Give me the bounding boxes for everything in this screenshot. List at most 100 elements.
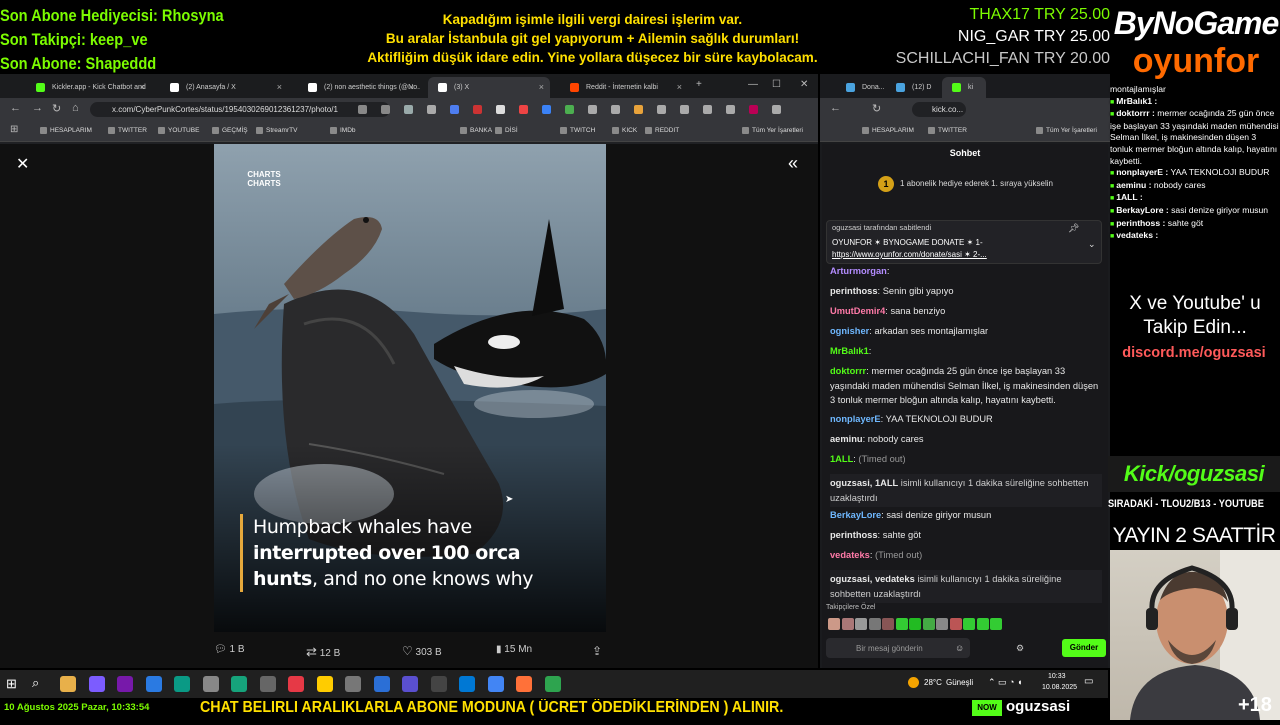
pinned-link[interactable]: https://www.oyunfor.com/donate/sasi ✶ 2-… bbox=[832, 250, 987, 259]
chat-address-bar[interactable]: kick.co... bbox=[912, 102, 966, 117]
taskbar-app-icon[interactable] bbox=[373, 676, 390, 692]
tab-close-icon[interactable]: × bbox=[277, 77, 282, 98]
toolbar-extension-icon[interactable] bbox=[496, 105, 505, 114]
chat-username[interactable]: BerkayLore bbox=[830, 510, 881, 520]
weather-temp[interactable]: 28°C bbox=[924, 678, 942, 687]
toolbar-extension-icon[interactable] bbox=[588, 105, 597, 114]
taskbar-app-icon[interactable] bbox=[288, 676, 304, 692]
chat-username[interactable]: perinthoss bbox=[830, 530, 878, 540]
emote-icon[interactable] bbox=[909, 618, 921, 630]
chat-username[interactable]: vedateks bbox=[830, 550, 870, 560]
toolbar-extension-icon[interactable] bbox=[427, 105, 436, 114]
toolbar-extension-icon[interactable] bbox=[404, 105, 413, 114]
all-bookmarks[interactable]: Tüm Yer İşaretleri bbox=[742, 127, 803, 134]
bookmark-item[interactable]: DİSİ bbox=[495, 127, 518, 134]
reply-button[interactable]: 💬︎ 1 B bbox=[214, 644, 245, 655]
bookmark-item[interactable]: HESAPLARIM bbox=[40, 127, 92, 134]
chat-username[interactable]: 1ALL bbox=[830, 454, 853, 464]
bookmark-item[interactable]: KICK bbox=[612, 127, 637, 134]
tab-item[interactable]: Kickler.app - Kick Chatbot and × bbox=[26, 77, 151, 98]
taskbar-app-icon[interactable] bbox=[345, 676, 361, 692]
collapse-panel-icon[interactable]: « bbox=[788, 153, 798, 174]
toolbar-extension-icon[interactable] bbox=[519, 105, 528, 114]
taskbar-app-icon[interactable] bbox=[459, 676, 475, 692]
bookmark-twitter[interactable]: TWITTER bbox=[928, 127, 967, 134]
taskbar-app-icon[interactable] bbox=[516, 676, 532, 692]
chat-tab[interactable]: (12) D bbox=[886, 77, 934, 98]
close-window-icon[interactable]: ✕ bbox=[800, 79, 808, 90]
share-icon[interactable]: ⇪ bbox=[592, 644, 602, 658]
bookmark-item[interactable]: StreamrTV bbox=[256, 127, 297, 134]
chat-username[interactable]: UmutDemir4 bbox=[830, 306, 885, 316]
emote-icon[interactable] bbox=[882, 618, 894, 630]
windows-start-icon[interactable]: ⊞ bbox=[6, 676, 17, 692]
bookmark-item[interactable]: GEÇMİŞ bbox=[212, 127, 248, 134]
taskbar-app-icon[interactable] bbox=[231, 676, 247, 692]
taskbar-app-icon[interactable] bbox=[117, 676, 133, 692]
emote-icon[interactable] bbox=[990, 618, 1002, 630]
bookmark-item[interactable]: IMDb bbox=[330, 127, 356, 134]
chat-username[interactable]: doktorrr bbox=[830, 366, 866, 376]
taskbar-app-icon[interactable] bbox=[259, 676, 276, 692]
toolbar-extension-icon[interactable] bbox=[634, 105, 643, 114]
clock-date[interactable]: 10.08.2025 bbox=[1042, 684, 1077, 691]
chat-username[interactable]: Arturmorgan bbox=[830, 266, 887, 276]
chevron-down-icon[interactable]: ⌄ bbox=[1088, 239, 1096, 250]
chat-username[interactable]: ognisher bbox=[830, 326, 869, 336]
toolbar-extension-icon[interactable] bbox=[726, 105, 735, 114]
toolbar-extension-icon[interactable] bbox=[450, 105, 459, 114]
close-icon[interactable]: ✕ bbox=[16, 154, 29, 174]
tab-item[interactable]: (3) X × bbox=[428, 77, 550, 98]
emote-icon[interactable] bbox=[828, 618, 840, 630]
views-button[interactable]: ▮ 15 Mn bbox=[496, 644, 532, 655]
taskbar-app-icon[interactable] bbox=[145, 676, 162, 692]
emoji-icon[interactable]: ☺ bbox=[955, 643, 964, 653]
taskbar-app-icon[interactable] bbox=[487, 676, 504, 692]
toolbar-extension-icon[interactable] bbox=[657, 105, 666, 114]
bookmark-hesaplarim[interactable]: HESAPLARIM bbox=[862, 127, 914, 134]
taskbar-app-icon[interactable] bbox=[202, 676, 219, 692]
pin-icon[interactable]: 📌︎ bbox=[1068, 223, 1079, 234]
taskbar-app-icon[interactable] bbox=[402, 676, 418, 692]
emote-icon[interactable] bbox=[936, 618, 948, 630]
maximize-icon[interactable]: ☐ bbox=[772, 79, 781, 90]
address-bar[interactable]: x.com/CyberPunkCortes/status/19540302690… bbox=[90, 102, 390, 117]
chat-tab[interactable]: Dona... bbox=[836, 77, 884, 98]
taskbar-app-icon[interactable] bbox=[316, 676, 333, 692]
taskbar-app-icon[interactable] bbox=[544, 676, 561, 692]
send-button[interactable]: Gönder bbox=[1062, 639, 1106, 657]
emote-icon[interactable] bbox=[841, 618, 854, 630]
tab-close-icon[interactable]: × bbox=[539, 77, 544, 98]
emote-icon[interactable] bbox=[855, 618, 867, 630]
forward-icon[interactable]: → bbox=[32, 102, 43, 114]
bookmark-item[interactable]: REDDIT bbox=[645, 127, 679, 134]
emote-icon[interactable] bbox=[895, 618, 908, 630]
toolbar-extension-icon[interactable] bbox=[542, 105, 551, 114]
toolbar-extension-icon[interactable] bbox=[749, 105, 758, 114]
reload-icon[interactable]: ↻ bbox=[52, 102, 61, 115]
emote-icon[interactable] bbox=[949, 618, 962, 630]
toolbar-extension-icon[interactable] bbox=[381, 105, 390, 114]
like-button[interactable]: ♡ 303 B bbox=[402, 644, 442, 658]
toolbar-extension-icon[interactable] bbox=[703, 105, 712, 114]
emote-icon[interactable] bbox=[922, 618, 935, 630]
tray-icons[interactable]: ⌃ ▭ ◔ ◖ bbox=[988, 677, 1022, 688]
emote-icon[interactable] bbox=[976, 618, 989, 630]
new-tab-button[interactable]: + bbox=[696, 79, 702, 90]
reload-icon[interactable]: ↻ bbox=[872, 102, 881, 115]
search-icon[interactable]: ⌕ bbox=[32, 675, 39, 691]
gear-icon[interactable]: ⚙ bbox=[1016, 643, 1024, 654]
weather-desc[interactable]: Güneşli bbox=[946, 678, 973, 687]
toolbar-extension-icon[interactable] bbox=[680, 105, 689, 114]
clock-time[interactable]: 10:33 bbox=[1048, 673, 1066, 680]
taskbar-app-icon[interactable] bbox=[88, 676, 105, 692]
taskbar-app-icon[interactable] bbox=[430, 676, 447, 692]
back-icon[interactable]: ← bbox=[830, 102, 841, 114]
taskbar-app-icon[interactable] bbox=[60, 676, 76, 692]
tab-item[interactable]: (2) non aesthetic things (@No... × bbox=[298, 77, 420, 98]
toolbar-extension-icon[interactable] bbox=[565, 105, 574, 114]
taskbar-app-icon[interactable] bbox=[174, 676, 190, 692]
toolbar-extension-icon[interactable] bbox=[473, 105, 482, 114]
chat-username[interactable]: perinthoss bbox=[830, 286, 878, 296]
chat-username[interactable]: aeminu bbox=[830, 434, 863, 444]
